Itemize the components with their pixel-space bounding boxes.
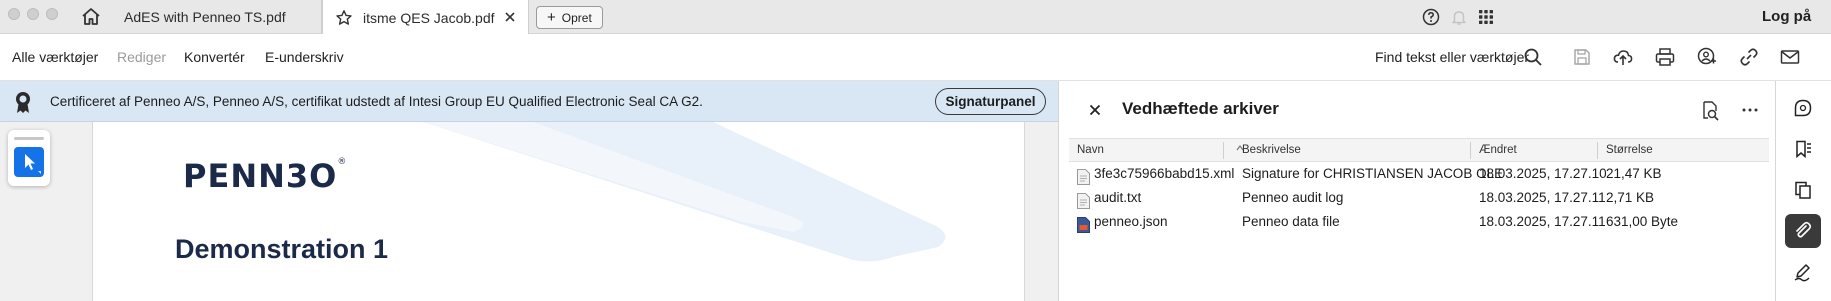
fill-sign-tool-button[interactable] [1785, 255, 1821, 289]
attachment-size: 2,71 KB [1606, 190, 1655, 205]
tab-itsme-document[interactable]: itsme QES Jacob.pdf [322, 0, 529, 35]
tab-ades-document[interactable]: AdES with Penneo TS.pdf [110, 0, 322, 34]
attachment-description: Signature for CHRISTIANSEN JACOB OLE [1242, 166, 1504, 181]
search-icon[interactable] [1522, 46, 1544, 68]
attachment-modified: 18.03.2025, 17.27.10 [1479, 166, 1607, 181]
apps-grid-icon[interactable] [1477, 8, 1495, 26]
tab-bar: AdES with Penneo TS.pdf itsme QES Jacob.… [0, 0, 1831, 35]
window-minimize-control[interactable] [27, 8, 39, 20]
attachment-description: Penneo audit log [1242, 190, 1344, 205]
attachment-name: penneo.json [1094, 214, 1168, 229]
search-attachment-icon[interactable] [1699, 99, 1721, 121]
attachment-name: 3fe3c75966babd15.xml [1094, 166, 1235, 181]
attachment-row[interactable]: penneo.json Penneo data file 18.03.2025,… [1069, 211, 1769, 235]
json-file-icon [1077, 217, 1090, 233]
bookmarks-tool-button[interactable] [1785, 132, 1821, 166]
registered-mark: ® [337, 157, 348, 167]
window-zoom-control[interactable] [46, 8, 58, 20]
column-divider[interactable] [1597, 142, 1598, 159]
column-header-name[interactable]: Navn [1077, 144, 1104, 156]
column-divider[interactable] [1470, 142, 1471, 159]
plus-icon: + [547, 9, 556, 26]
column-header-size[interactable]: Størrelse [1606, 144, 1653, 156]
login-button[interactable]: Log på [1762, 8, 1811, 25]
find-tools-label[interactable]: Find tekst eller værktøjer [1375, 49, 1529, 65]
new-tab-button[interactable]: + Opret [536, 6, 603, 29]
attachment-description: Penneo data file [1242, 214, 1340, 229]
pen-sign-icon [1794, 264, 1810, 282]
comment-icon [1794, 99, 1812, 117]
cloud-upload-icon[interactable] [1612, 46, 1634, 68]
print-icon[interactable] [1654, 46, 1676, 68]
new-tab-label: Opret [561, 10, 592, 25]
tab-label: itsme QES Jacob.pdf [363, 9, 495, 26]
menu-all-tools[interactable]: Alle værktøjer [12, 49, 98, 65]
signature-panel-button[interactable]: Signaturpanel [935, 88, 1046, 115]
comment-tool-button[interactable] [1785, 91, 1821, 125]
cursor-arrow-icon [25, 154, 41, 174]
tab-label: AdES with Penneo TS.pdf [124, 9, 286, 25]
attachment-row[interactable]: 3fe3c75966babd15.xml Signature for CHRIS… [1069, 163, 1769, 187]
document-icon [1077, 193, 1090, 209]
home-icon[interactable] [80, 6, 102, 28]
selection-tool-palette [8, 130, 50, 186]
paperclip-icon [1796, 221, 1812, 238]
more-options-icon[interactable] [1739, 99, 1761, 121]
attachment-size: 21,47 KB [1606, 166, 1662, 181]
save-icon[interactable] [1571, 46, 1593, 68]
column-divider[interactable] [1223, 142, 1224, 159]
column-header-modified[interactable]: Ændret [1479, 144, 1517, 156]
attachments-title: Vedhæftede arkiver [1122, 99, 1279, 118]
close-tab-icon[interactable] [502, 9, 518, 25]
menu-edit[interactable]: Rediger [117, 49, 166, 65]
attachment-size: 631,00 Byte [1606, 214, 1679, 229]
attachment-modified: 18.03.2025, 17.27.11 [1479, 214, 1606, 229]
penneo-logo: PENN3O® [183, 157, 347, 195]
page-decoration-shape [423, 122, 946, 262]
close-panel-icon[interactable] [1087, 102, 1103, 118]
column-header-description[interactable]: Beskrivelse [1242, 144, 1301, 156]
star-icon[interactable] [335, 9, 353, 27]
attachments-tool-button[interactable] [1785, 214, 1821, 248]
palette-drag-handle[interactable] [14, 137, 44, 140]
attachment-row[interactable]: audit.txt Penneo audit log 18.03.2025, 1… [1069, 187, 1769, 211]
document-page: PENN3O® Demonstration 1 [92, 122, 1025, 301]
attachment-modified: 18.03.2025, 17.27.11 [1479, 190, 1606, 205]
right-tool-rail [1775, 81, 1831, 301]
document-icon [1077, 169, 1090, 185]
logo-text: PENN3O [183, 157, 338, 195]
certificate-banner: Certificeret af Penneo A/S, Penneo A/S, … [0, 81, 1060, 122]
bookmark-icon [1796, 140, 1811, 159]
certificate-text: Certificeret af Penneo A/S, Penneo A/S, … [50, 94, 703, 109]
copy-pages-icon [1795, 181, 1811, 199]
link-icon[interactable] [1738, 46, 1760, 68]
pages-tool-button[interactable] [1785, 173, 1821, 207]
attachments-panel: Vedhæftede arkiver Navn Beskrivelse Ændr… [1058, 81, 1775, 301]
attachment-name: audit.txt [1094, 190, 1142, 205]
help-icon[interactable] [1422, 8, 1440, 26]
mail-icon[interactable] [1779, 46, 1801, 68]
certificate-ribbon-icon [12, 90, 34, 114]
share-user-icon[interactable] [1696, 46, 1718, 68]
select-cursor-tool-button[interactable] [14, 147, 44, 177]
attachments-table-header: Navn Beskrivelse Ændret Størrelse [1069, 138, 1769, 162]
document-title: Demonstration 1 [175, 234, 389, 264]
menu-e-sign[interactable]: E-underskriv [265, 49, 344, 65]
menu-bar: Alle værktøjer Rediger Konvertér E-under… [0, 34, 1831, 81]
menu-convert[interactable]: Konvertér [184, 49, 245, 65]
window-close-control[interactable] [8, 8, 20, 20]
notifications-bell-icon[interactable] [1450, 8, 1468, 26]
